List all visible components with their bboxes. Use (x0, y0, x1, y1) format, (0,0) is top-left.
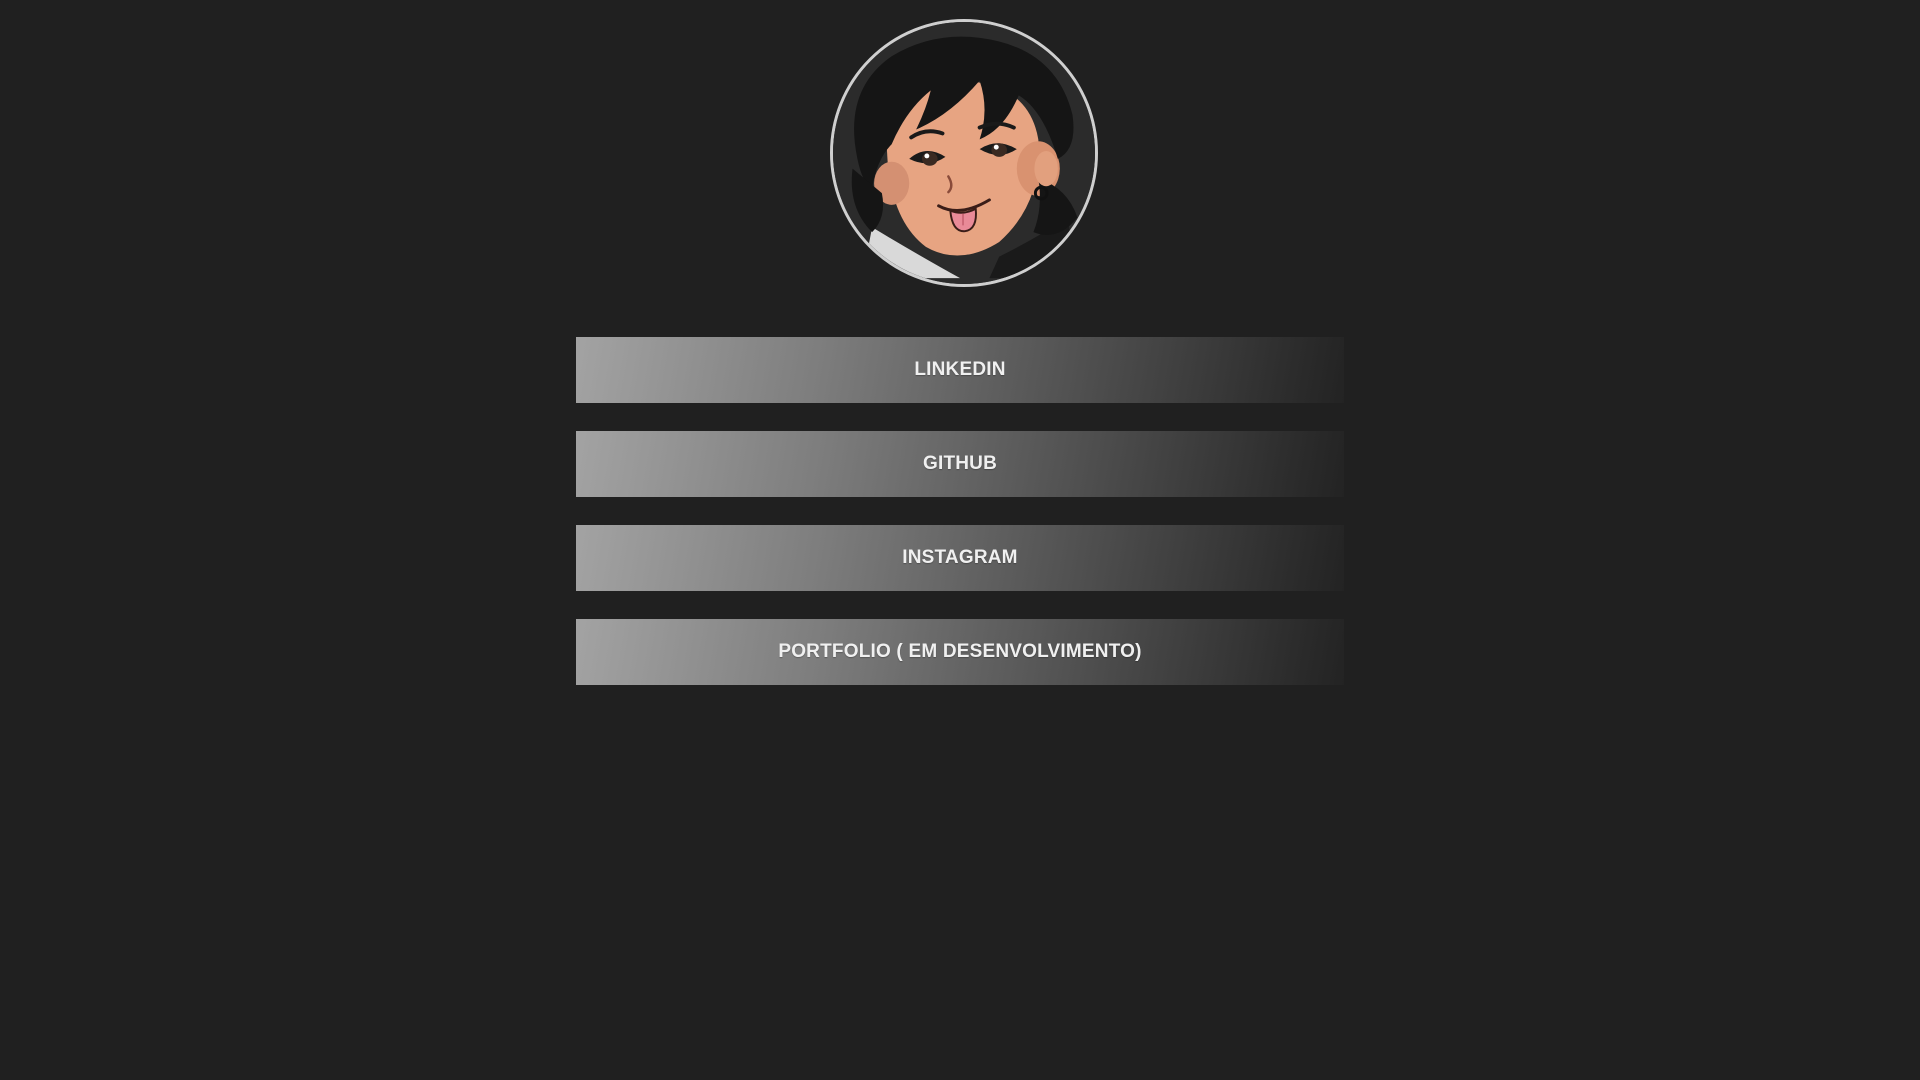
portfolio-link-label: PORTFOLIO ( EM DESENVOLVIMENTO) (778, 641, 1142, 662)
cartoon-face-avatar-icon (833, 22, 1095, 284)
linkedin-link-button[interactable]: LINKEDIN (576, 337, 1344, 403)
linkedin-link-label: LINKEDIN (914, 359, 1006, 380)
profile-avatar (830, 19, 1098, 287)
portfolio-link-button[interactable]: PORTFOLIO ( EM DESENVOLVIMENTO) (576, 619, 1344, 685)
github-link-button[interactable]: GITHUB (576, 431, 1344, 497)
linktree-page: LINKEDIN GITHUB INSTAGRAM PORTFOLIO ( EM… (0, 0, 1920, 1080)
instagram-link-button[interactable]: INSTAGRAM (576, 525, 1344, 591)
instagram-link-label: INSTAGRAM (902, 547, 1018, 568)
link-list: LINKEDIN GITHUB INSTAGRAM PORTFOLIO ( EM… (576, 337, 1344, 713)
github-link-label: GITHUB (922, 453, 998, 474)
